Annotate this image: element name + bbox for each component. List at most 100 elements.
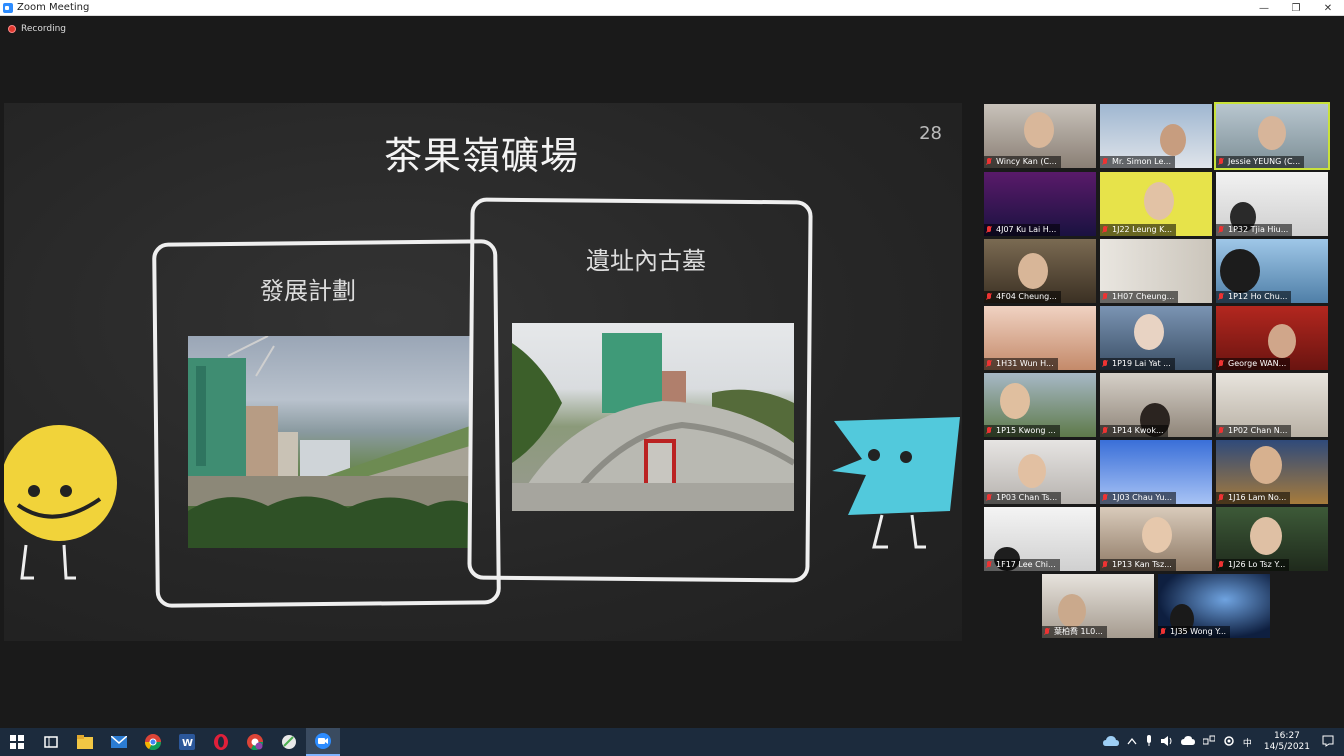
participant-tile[interactable]: 葉柏喬 1L0... bbox=[1042, 574, 1154, 638]
system-tray: 中 16:27 14/5/2021 bbox=[1099, 728, 1344, 756]
muted-mic-icon bbox=[986, 226, 992, 234]
participant-name: 葉柏喬 1L0... bbox=[1054, 627, 1103, 636]
muted-mic-icon bbox=[1102, 360, 1108, 368]
participant-tile[interactable]: 1H07 Cheung... bbox=[1100, 239, 1212, 303]
participant-name: 1P02 Chan N... bbox=[1228, 426, 1288, 435]
muted-mic-icon bbox=[1160, 628, 1166, 636]
participant-tile[interactable]: 1P03 Chan Ts... bbox=[984, 440, 1096, 504]
participant-tile[interactable]: 1J16 Lam No... bbox=[1216, 440, 1328, 504]
muted-mic-icon bbox=[1102, 226, 1108, 234]
participant-tile[interactable]: 4J07 Ku Lai H... bbox=[984, 172, 1096, 236]
participant-name: George WAN... bbox=[1228, 359, 1287, 368]
participant-tile[interactable]: 1H31 Wun H... bbox=[984, 306, 1096, 370]
muted-mic-icon bbox=[1218, 360, 1224, 368]
participant-tile[interactable]: Mr. Simon Le... bbox=[1100, 104, 1212, 168]
participant-tile[interactable]: 1J26 Lo Tsz Y... bbox=[1216, 507, 1328, 571]
notification-icon[interactable] bbox=[1322, 735, 1334, 750]
minimize-button[interactable]: — bbox=[1248, 0, 1280, 16]
development-photo-art bbox=[188, 336, 470, 548]
settings-icon[interactable] bbox=[1223, 735, 1235, 750]
right-bubble-label: 遺址內古墓 bbox=[586, 247, 706, 275]
chrome-profile-icon[interactable] bbox=[238, 728, 272, 756]
participant-video bbox=[1258, 116, 1286, 150]
participant-video bbox=[1250, 446, 1282, 484]
participant-tile[interactable]: 1F17 Lee Chi... bbox=[984, 507, 1096, 571]
participant-video bbox=[1018, 253, 1048, 289]
chevron-up-icon[interactable] bbox=[1127, 737, 1137, 748]
mail-icon[interactable] bbox=[102, 728, 136, 756]
network-icon[interactable] bbox=[1202, 735, 1216, 750]
participant-name: 4F04 Cheung... bbox=[996, 292, 1057, 301]
participant-tile[interactable]: 1P12 Ho Chu... bbox=[1216, 239, 1328, 303]
participant-name: 1J03 Chau Yu... bbox=[1112, 493, 1173, 502]
participant-tile[interactable]: 1P32 Tjia Hiu... bbox=[1216, 172, 1328, 236]
participant-video bbox=[1220, 249, 1260, 293]
participant-name: Wincy Kan (C... bbox=[996, 157, 1057, 166]
slide-title: 茶果嶺礦場 bbox=[384, 134, 580, 178]
participant-tile[interactable]: 1J22 Leung K... bbox=[1100, 172, 1212, 236]
participant-name: 1P03 Chan Ts... bbox=[996, 493, 1058, 502]
chrome-icon[interactable] bbox=[136, 728, 170, 756]
blue-pacman-character bbox=[832, 417, 960, 549]
participant-name: 1J16 Lam No... bbox=[1228, 493, 1287, 502]
participant-name: 1P12 Ho Chu... bbox=[1228, 292, 1288, 301]
participant-name: Jessie YEUNG (C... bbox=[1228, 157, 1301, 166]
muted-mic-icon bbox=[1218, 427, 1224, 435]
participant-name: 1P15 Kwong ... bbox=[996, 426, 1056, 435]
pinned-app-icon[interactable] bbox=[272, 728, 306, 756]
participant-tile[interactable]: 1P19 Lai Yat ... bbox=[1100, 306, 1212, 370]
zoom-taskbar-icon[interactable] bbox=[306, 728, 340, 756]
participant-name: 1J35 Wong Y... bbox=[1170, 627, 1227, 636]
participant-video bbox=[1142, 517, 1172, 553]
task-view-icon[interactable] bbox=[34, 728, 68, 756]
restore-button[interactable]: ❐ bbox=[1280, 0, 1312, 16]
system-clock[interactable]: 16:27 14/5/2021 bbox=[1264, 731, 1310, 753]
muted-mic-icon bbox=[1044, 628, 1050, 636]
muted-mic-icon bbox=[986, 158, 992, 166]
participant-tile[interactable]: 1P13 Kan Tsz... bbox=[1100, 507, 1212, 571]
svg-text:W: W bbox=[182, 738, 193, 749]
microphone-icon[interactable] bbox=[1145, 734, 1153, 750]
word-icon[interactable]: W bbox=[170, 728, 204, 756]
close-button[interactable]: ✕ bbox=[1312, 0, 1344, 16]
participant-video bbox=[1134, 314, 1164, 350]
participant-video bbox=[1144, 182, 1174, 220]
participant-name: 1F17 Lee Chi... bbox=[996, 560, 1056, 569]
muted-mic-icon bbox=[1102, 561, 1108, 569]
participant-video bbox=[1058, 594, 1086, 628]
cloud-icon[interactable] bbox=[1180, 736, 1195, 748]
clock-time: 16:27 bbox=[1273, 731, 1300, 741]
participant-tile[interactable]: 1J35 Wong Y... bbox=[1158, 574, 1270, 638]
ime-indicator[interactable]: 中 bbox=[1243, 736, 1252, 749]
ancient-tomb-photo bbox=[512, 323, 794, 511]
participant-tile[interactable]: George WAN... bbox=[1216, 306, 1328, 370]
window-controls: — ❐ ✕ bbox=[1248, 0, 1344, 16]
participant-name: 1P19 Lai Yat ... bbox=[1112, 359, 1171, 368]
participant-tile[interactable]: Wincy Kan (C... bbox=[984, 104, 1096, 168]
participant-video bbox=[1018, 454, 1046, 488]
windows-start-icon[interactable] bbox=[0, 728, 34, 756]
participant-video bbox=[1250, 517, 1282, 555]
development-photo bbox=[188, 336, 470, 548]
participant-tile[interactable]: 1P15 Kwong ... bbox=[984, 373, 1096, 437]
participant-name: 1P14 Kwok... bbox=[1112, 426, 1164, 435]
record-icon bbox=[8, 25, 16, 33]
file-explorer-icon[interactable] bbox=[68, 728, 102, 756]
participant-video bbox=[1000, 383, 1030, 419]
muted-mic-icon bbox=[1218, 293, 1224, 301]
volume-icon[interactable] bbox=[1160, 735, 1173, 750]
onedrive-icon[interactable] bbox=[1102, 735, 1119, 749]
shared-screen: 茶果嶺礦場 28 發展計劃 遺址內古墓 bbox=[4, 103, 962, 641]
muted-mic-icon bbox=[1218, 561, 1224, 569]
participant-tile[interactable]: 1P14 Kwok... bbox=[1100, 373, 1212, 437]
participant-tile[interactable]: 1J03 Chau Yu... bbox=[1100, 440, 1212, 504]
opera-icon[interactable] bbox=[204, 728, 238, 756]
participant-tile[interactable]: 4F04 Cheung... bbox=[984, 239, 1096, 303]
muted-mic-icon bbox=[1102, 494, 1108, 502]
participant-tile[interactable]: 1P02 Chan N... bbox=[1216, 373, 1328, 437]
recording-indicator[interactable]: Recording bbox=[8, 24, 66, 34]
yellow-smiley-character bbox=[4, 425, 117, 580]
slide-page-number: 28 bbox=[919, 123, 942, 144]
participant-tile-active-speaker[interactable]: Jessie YEUNG (C... bbox=[1214, 102, 1330, 170]
participant-video bbox=[1268, 324, 1296, 358]
